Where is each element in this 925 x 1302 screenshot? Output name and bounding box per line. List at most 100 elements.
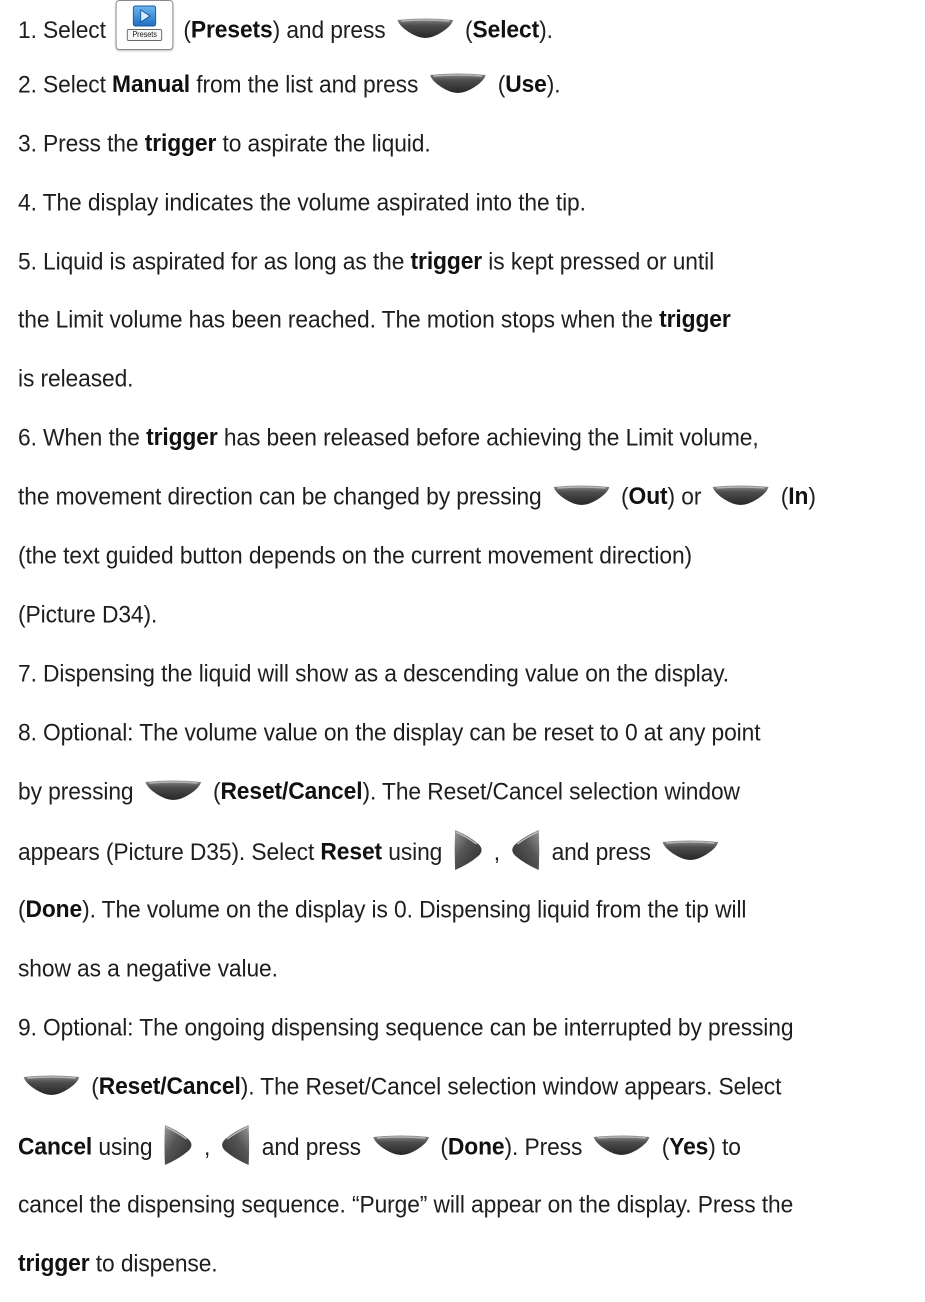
instruction-line: (Done). The volume on the display is 0. … xyxy=(18,890,854,930)
text-run: ( xyxy=(183,17,191,44)
bold-term: Done xyxy=(25,896,83,923)
bold-term: Reset/Cancel xyxy=(98,1073,241,1100)
text-run: ) to xyxy=(708,1134,741,1161)
bold-term: Reset/Cancel xyxy=(220,778,363,805)
softkey-icon xyxy=(552,484,612,506)
right-arrow-key-icon xyxy=(161,1123,196,1167)
presets-icon: Presets xyxy=(115,0,174,50)
presets-caption: Presets xyxy=(126,29,163,41)
text-run: ). xyxy=(546,71,561,99)
bold-term: In xyxy=(788,483,809,510)
softkey-icon xyxy=(711,484,771,506)
text-run: ). The volume on the display is 0. Dispe… xyxy=(82,896,747,924)
instruction-line: Cancel using , and press (Done). Press (… xyxy=(18,1123,854,1167)
bold-term: Yes xyxy=(669,1133,709,1161)
text-run: (Picture D34). xyxy=(18,601,158,629)
text-run: 1. Select xyxy=(18,17,113,44)
bold-term: Reset xyxy=(320,838,383,866)
instruction-line: 2. Select Manual from the list and press… xyxy=(18,65,854,105)
bold-term: Manual xyxy=(112,71,191,98)
text-run: 7. Dispensing the liquid will show as a … xyxy=(18,660,730,688)
instruction-line: 8. Optional: The volume value on the dis… xyxy=(18,713,854,753)
text-run: ( xyxy=(621,483,629,511)
bold-term: trigger xyxy=(146,424,218,451)
right-arrow-key-icon xyxy=(450,828,485,872)
text-run: 2. Select xyxy=(18,71,113,99)
instruction-line: the Limit volume has been reached. The m… xyxy=(18,300,854,340)
left-arrow-key-icon xyxy=(218,1123,253,1167)
text-run: , xyxy=(203,1134,217,1161)
instruction-line: cancel the dispensing sequence. “Purge” … xyxy=(18,1185,854,1225)
instruction-line: 5. Liquid is aspirated for as long as th… xyxy=(18,242,854,282)
text-run: ). xyxy=(539,17,553,44)
bold-term: trigger xyxy=(410,248,483,275)
text-run: 6. When the xyxy=(18,424,147,452)
text-run: the movement direction can be changed by… xyxy=(18,483,548,511)
text-run: the Limit volume has been reached. The m… xyxy=(18,306,660,334)
softkey-icon xyxy=(661,839,721,861)
text-run: , xyxy=(493,839,507,866)
text-run: and press xyxy=(551,839,658,866)
text-run: ( xyxy=(465,17,473,44)
instruction-line: the movement direction can be changed by… xyxy=(18,477,854,517)
text-run: by pressing xyxy=(18,778,140,806)
softkey-icon xyxy=(143,779,203,801)
instruction-line: 1. Select Presets (Presets) and press (S… xyxy=(18,0,854,50)
text-run: using xyxy=(92,1134,159,1161)
instruction-line: 4. The display indicates the volume aspi… xyxy=(18,183,854,223)
text-run: appears (Picture D35). Select xyxy=(18,839,321,866)
text-run: to aspirate the liquid. xyxy=(216,130,431,158)
text-run: is kept pressed or until xyxy=(482,248,715,276)
text-run: ) xyxy=(808,483,816,511)
instruction-line: 6. When the trigger has been released be… xyxy=(18,418,854,458)
text-run: and press xyxy=(261,1134,368,1161)
text-run: ). The Reset/Cancel selection window app… xyxy=(240,1073,782,1101)
text-run: show as a negative value. xyxy=(18,955,278,983)
instruction-line: (the text guided button depends on the c… xyxy=(18,536,854,576)
bold-term: Done xyxy=(447,1133,505,1161)
text-run: ( xyxy=(91,1073,99,1101)
text-run: 5. Liquid is aspirated for as long as th… xyxy=(18,248,411,276)
instruction-line: 9. Optional: The ongoing dispensing sequ… xyxy=(18,1008,854,1048)
text-run: has been released before achieving the L… xyxy=(217,424,759,452)
instruction-line: show as a negative value. xyxy=(18,949,854,989)
text-run: ( xyxy=(18,896,26,924)
text-run: ) or xyxy=(667,483,708,511)
instruction-line: trigger to dispense. xyxy=(18,1244,854,1284)
text-run: ). Press xyxy=(504,1134,589,1161)
instruction-line: by pressing (Reset/Cancel). The Reset/Ca… xyxy=(18,772,854,812)
bold-term: trigger xyxy=(659,306,731,333)
bold-term: Cancel xyxy=(18,1133,93,1161)
bold-term: Select xyxy=(472,16,540,44)
instruction-page: 1. Select Presets (Presets) and press (S… xyxy=(0,0,925,1302)
instruction-line: appears (Picture D35). Select Reset usin… xyxy=(18,828,854,872)
instruction-line: is released. xyxy=(18,359,854,399)
text-run: 4. The display indicates the volume aspi… xyxy=(18,189,586,217)
text-run: from the list and press xyxy=(190,71,425,99)
text-run: ). The Reset/Cancel selection window xyxy=(362,778,740,806)
text-run: ) and press xyxy=(272,17,392,44)
text-run: ( xyxy=(212,778,221,806)
softkey-icon xyxy=(371,1134,431,1156)
text-run: ( xyxy=(497,71,506,99)
softkey-icon xyxy=(396,17,456,39)
bold-term: Presets xyxy=(190,16,273,44)
bold-term: Out xyxy=(628,483,668,510)
text-run: (the text guided button depends on the c… xyxy=(18,542,693,570)
instruction-line: (Reset/Cancel). The Reset/Cancel selecti… xyxy=(18,1067,854,1107)
softkey-icon xyxy=(428,72,488,94)
text-run: using xyxy=(382,839,449,866)
instruction-line: 7. Dispensing the liquid will show as a … xyxy=(18,654,854,694)
text-run: 9. Optional: The ongoing dispensing sequ… xyxy=(18,1014,794,1042)
text-run: cancel the dispensing sequence. “Purge” … xyxy=(18,1191,794,1219)
left-arrow-key-icon xyxy=(508,828,543,872)
bold-term: Use xyxy=(505,71,547,98)
bold-term: trigger xyxy=(18,1250,90,1277)
text-run: 8. Optional: The volume value on the dis… xyxy=(18,719,761,747)
bold-term: trigger xyxy=(144,130,217,157)
text-run: 3. Press the xyxy=(18,130,145,158)
softkey-icon xyxy=(592,1134,652,1156)
text-run: to dispense. xyxy=(89,1250,218,1278)
text-run: is released. xyxy=(18,365,134,393)
softkey-icon xyxy=(22,1074,82,1096)
